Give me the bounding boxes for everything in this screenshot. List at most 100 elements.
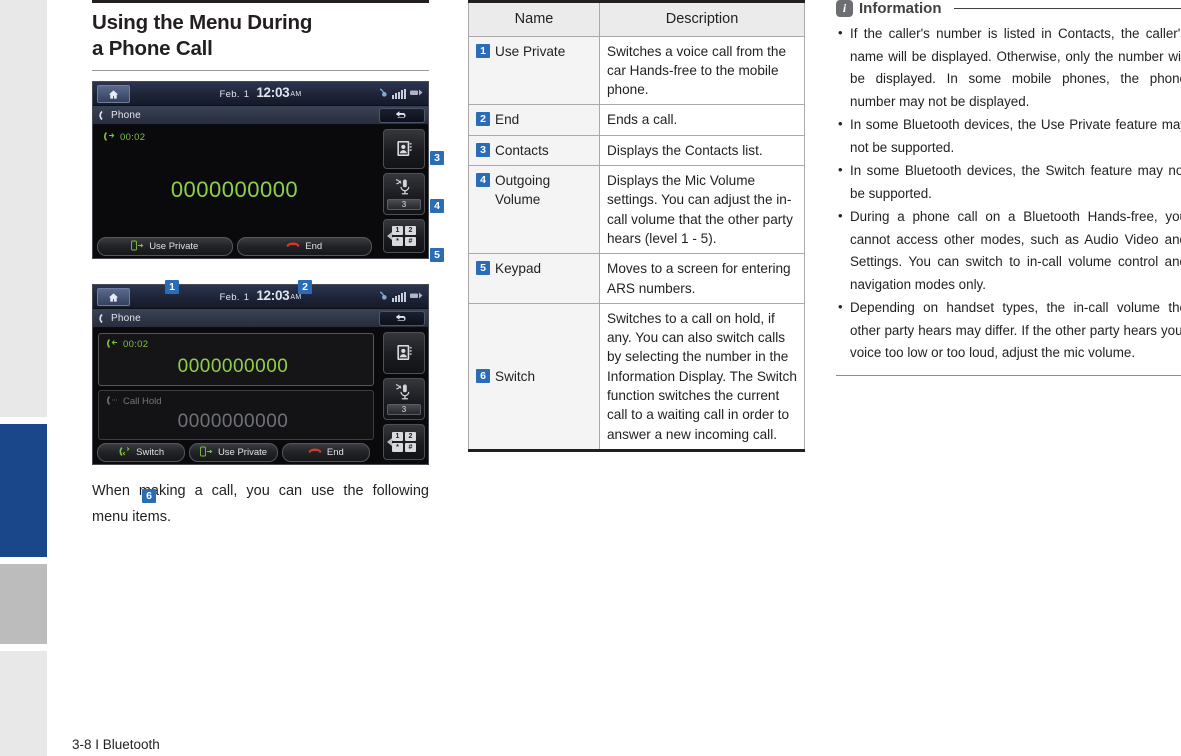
back-arrow-icon[interactable] (379, 108, 425, 124)
outgoing-volume-button-2[interactable]: 3 (383, 378, 425, 421)
row-badge-1: 1 (476, 43, 490, 58)
row-label-2: End (495, 112, 520, 128)
table-row: 6 Switch Switches to a call on hold, if a… (468, 302, 805, 452)
cell-description: Displays the Mic Volume settings. You ca… (599, 165, 805, 255)
table-header-row: Name Description (468, 0, 805, 37)
row-badge-5: 5 (476, 261, 490, 276)
row-badge-6: 6 (476, 368, 490, 383)
keypad-key-1: 1 (392, 226, 403, 236)
status-date-label-2: Feb. (219, 292, 240, 304)
row-label-3: Contacts (495, 142, 549, 158)
edge-tab-grey-lower (0, 651, 47, 756)
edge-tab-grey-upper (0, 0, 47, 417)
status-clock: 12:03 (256, 85, 290, 101)
bluetooth-phone-icon (377, 87, 388, 100)
status-icon-group (377, 87, 423, 100)
head-unit-title-bar-2: Phone (93, 309, 428, 329)
active-call-status: 00:02 (106, 338, 148, 351)
row-label-1: Use Private (495, 43, 566, 59)
use-private-label-2: Use Private (217, 447, 268, 459)
held-call-label: Call Hold (123, 396, 162, 408)
keypad-key-2-b: 2 (405, 432, 416, 442)
table-row: 2 End Ends a call. (468, 104, 805, 136)
information-header: i Information (836, 0, 1181, 17)
information-list: If the caller's number is listed in Cont… (836, 22, 1181, 365)
head-unit-title-2: Phone (111, 312, 141, 324)
keypad-key-star: * (392, 237, 403, 247)
callout-3: 3 (430, 151, 444, 166)
row-badge-4: 4 (476, 173, 490, 188)
menu-items-table: Name Description 1 Use Private Switches a… (468, 0, 805, 452)
status-clock-2: 12:03 (256, 288, 290, 304)
switch-label: Switch (136, 447, 165, 459)
use-private-icon-2 (199, 446, 213, 460)
contacts-button-2[interactable] (383, 332, 425, 375)
use-private-label: Use Private (149, 241, 199, 253)
switch-call-icon (118, 446, 131, 460)
edge-tab-grey-middle (0, 564, 47, 644)
use-private-button[interactable]: Use Private (97, 237, 233, 257)
cell-description: Ends a call. (599, 104, 805, 136)
list-item: In some Bluetooth devices, the Switch fe… (836, 159, 1181, 205)
title-rule-bottom (92, 70, 429, 72)
row-label-5: Keypad (495, 261, 542, 277)
head-unit-body: 00:02 0000000000 3 1 2 * # Use Private E… (93, 125, 428, 259)
keypad-icon-2: 1 2 * # (392, 432, 416, 453)
contacts-book-icon-2 (395, 343, 414, 364)
switch-button[interactable]: Switch (97, 443, 186, 463)
callout-4: 4 (430, 199, 444, 214)
column-header-description: Description (599, 0, 805, 37)
keypad-button-2[interactable]: 1 2 * # (383, 424, 425, 461)
chevron-left-icon (387, 232, 392, 241)
information-bottom-rule (836, 374, 1181, 376)
incoming-call-icon (106, 338, 118, 351)
head-unit-status-bar-2: Feb. 1 12:03AM (93, 285, 428, 310)
table-row: 1 Use Private Switches a voice call from … (468, 35, 805, 106)
end-call-button-2[interactable]: End (281, 443, 370, 463)
callout-1: 1 (165, 280, 179, 295)
head-unit-title-bar: Phone (93, 106, 428, 126)
cell-description: Displays the Contacts list. (599, 134, 805, 167)
back-arrow-icon-2[interactable] (379, 311, 425, 327)
row-label-6: Switch (495, 368, 536, 384)
title-rule-top (92, 0, 429, 3)
page-title-line1: Using the Menu During (92, 11, 313, 34)
keypad-key-hash-b: # (405, 443, 416, 453)
use-private-icon (131, 240, 144, 254)
active-call-duration: 00:02 (123, 339, 149, 351)
outgoing-volume-button[interactable]: 3 (383, 173, 425, 216)
list-item: Depending on handset types, the in-call … (836, 296, 1181, 365)
manual-page: Using the Menu During a Phone Call Feb. 1… (0, 0, 1181, 756)
keypad-button[interactable]: 1 2 * # (383, 219, 425, 254)
column-header-name: Name (468, 0, 600, 37)
head-unit-side-buttons: 3 1 2 * # (383, 129, 425, 254)
cell-name: 4 Outgoing Volume (468, 165, 600, 255)
head-unit-bottom-buttons-2: Switch Use Private End (93, 443, 374, 464)
use-private-button-2[interactable]: Use Private (189, 443, 278, 463)
active-call-panel[interactable]: 00:02 0000000000 (98, 333, 374, 387)
screenshot-single-call: Feb. 1 12:03AM Phone 00:02 0000000000 3 … (92, 81, 444, 295)
mic-mute-icon (395, 178, 414, 197)
column-right: i Information If the caller's number is … (836, 0, 1181, 376)
status-ampm: AM (290, 91, 302, 99)
status-ampm-2: AM (290, 294, 302, 302)
phone-handset-icon (98, 110, 109, 123)
bluetooth-phone-icon-2 (377, 290, 388, 303)
screenshot-call-hold: Feb. 1 12:03AM Phone 00:02 0000000000 Ca… (92, 284, 429, 504)
end-call-label-2: End (326, 447, 344, 459)
contacts-button[interactable] (383, 129, 425, 170)
end-call-icon (286, 241, 300, 253)
keypad-key-2: 2 (405, 226, 416, 236)
row-badge-3: 3 (476, 142, 490, 157)
cell-name: 6 Switch (468, 302, 600, 452)
held-call-panel[interactable]: Call Hold 0000000000 (98, 390, 374, 441)
page-title: Using the Menu During a Phone Call (92, 10, 429, 62)
mic-mute-icon-2 (395, 383, 414, 402)
end-call-button[interactable]: End (236, 237, 372, 257)
list-item: In some Bluetooth devices, the Use Priva… (836, 113, 1181, 159)
head-unit-bottom-buttons: Use Private End (93, 237, 376, 258)
head-unit-status-bar: Feb. 1 12:03AM (93, 82, 428, 107)
held-call-status: Call Hold (106, 395, 162, 408)
chevron-left-icon-2 (387, 438, 392, 447)
list-item: If the caller's number is listed in Cont… (836, 22, 1181, 113)
